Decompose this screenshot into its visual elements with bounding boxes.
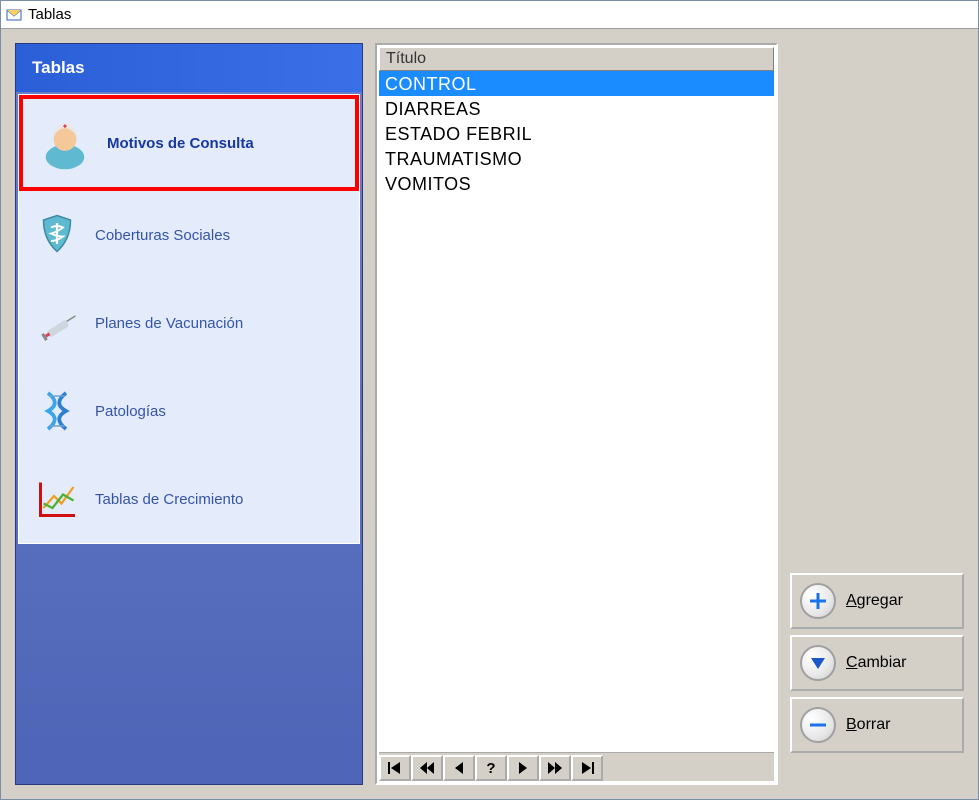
triangle-down-icon xyxy=(800,645,836,681)
plus-icon xyxy=(800,583,836,619)
nav-back-icon xyxy=(454,762,464,774)
nav-forward-button[interactable] xyxy=(507,755,539,781)
growth-chart-icon xyxy=(29,471,85,527)
nav-forward-icon xyxy=(518,762,528,774)
list-row[interactable]: ESTADO FEBRIL xyxy=(379,121,774,146)
nav-first-icon xyxy=(388,762,402,774)
title-bar: Tablas xyxy=(1,1,978,29)
nav-fast-back-button[interactable] xyxy=(411,755,443,781)
dna-icon xyxy=(29,383,85,439)
list-row[interactable]: CONTROL xyxy=(379,71,774,96)
nav-first-button[interactable] xyxy=(379,755,411,781)
sidebar-item-label: Tablas de Crecimiento xyxy=(95,491,243,508)
list-row[interactable]: DIARREAS xyxy=(379,96,774,121)
sidebar-item-label: Motivos de Consulta xyxy=(107,135,254,152)
column-header-titulo[interactable]: Título xyxy=(379,47,774,71)
edit-button-label: Cambiar xyxy=(846,654,906,672)
sidebar-item-label: Coberturas Sociales xyxy=(95,227,230,244)
nav-last-button[interactable] xyxy=(571,755,603,781)
sidebar-item-label: Patologías xyxy=(95,403,166,420)
main-area: Título CONTROL DIARREAS ESTADO FEBRIL TR… xyxy=(375,43,964,785)
sidebar-header: Tablas xyxy=(16,44,362,92)
sidebar-item-label: Planes de Vacunación xyxy=(95,315,243,332)
nav-query-button[interactable]: ? xyxy=(475,755,507,781)
app-window: Tablas Tablas Motivos de Consul xyxy=(0,0,979,800)
sidebar-item-tablas-crecimiento[interactable]: Tablas de Crecimiento xyxy=(19,455,359,543)
edit-button[interactable]: Cambiar xyxy=(790,635,964,691)
add-button[interactable]: Agregar xyxy=(790,573,964,629)
list-row[interactable]: TRAUMATISMO xyxy=(379,146,774,171)
sidebar-item-planes-vacunacion[interactable]: Planes de Vacunación xyxy=(19,279,359,367)
add-button-label: Agregar xyxy=(846,592,903,610)
nav-fast-forward-button[interactable] xyxy=(539,755,571,781)
nurse-icon xyxy=(33,115,97,171)
list-row[interactable]: VOMITOS xyxy=(379,171,774,196)
nav-back-button[interactable] xyxy=(443,755,475,781)
sidebar-item-patologias[interactable]: Patologías xyxy=(19,367,359,455)
sidebar: Tablas Motivos de Consulta xyxy=(15,43,363,785)
record-nav-bar: ? xyxy=(379,752,774,781)
delete-button-label: Borrar xyxy=(846,716,890,734)
window-title: Tablas xyxy=(28,6,71,23)
sidebar-item-motivos-consulta[interactable]: Motivos de Consulta xyxy=(19,95,359,191)
syringe-icon xyxy=(29,295,85,351)
body: Tablas Motivos de Consulta xyxy=(1,29,978,799)
delete-button[interactable]: Borrar xyxy=(790,697,964,753)
nav-fast-back-icon xyxy=(420,762,434,774)
list-box[interactable]: CONTROL DIARREAS ESTADO FEBRIL TRAUMATIS… xyxy=(379,71,774,752)
sidebar-item-coberturas-sociales[interactable]: Coberturas Sociales xyxy=(19,191,359,279)
sidebar-panel: Motivos de Consulta Coberturas Sociales xyxy=(18,94,360,544)
nav-fast-forward-icon xyxy=(548,762,562,774)
shield-caduceus-icon xyxy=(29,207,85,263)
list-container: Título CONTROL DIARREAS ESTADO FEBRIL TR… xyxy=(375,43,778,785)
envelope-icon xyxy=(6,7,22,23)
nav-last-icon xyxy=(580,762,594,774)
action-buttons: Agregar Cambiar xyxy=(790,43,964,785)
minus-icon xyxy=(800,707,836,743)
